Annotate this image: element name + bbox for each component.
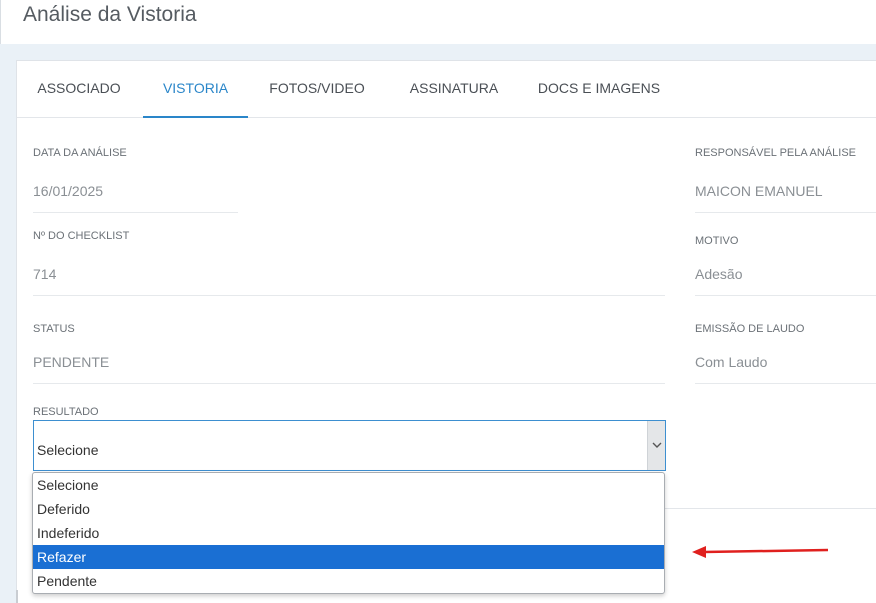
tab-docs-e-imagens[interactable]: DOCS E IMAGENS — [527, 61, 671, 118]
checklist-label: Nº DO CHECKLIST — [33, 230, 130, 242]
status-divider — [33, 383, 665, 384]
responsavel-label: RESPONSÁVEL PELA ANÁLISE — [695, 147, 857, 159]
resultado-select[interactable]: Selecione — [33, 420, 666, 471]
tab-bar: ASSOCIADO VISTORIA FOTOS/VIDEO ASSINATUR… — [17, 61, 876, 118]
tab-fotos-video[interactable]: FOTOS/VIDEO — [254, 61, 380, 118]
resultado-selected-value: Selecione — [37, 442, 99, 458]
data-analise-value: 16/01/2025 — [33, 183, 104, 199]
emissao-value: Com Laudo — [695, 354, 768, 370]
data-analise-divider — [33, 212, 238, 213]
checklist-divider — [33, 295, 665, 296]
resultado-dropdown-list: Selecione Deferido Indeferido Refazer Pe… — [32, 472, 665, 594]
data-analise-label: DATA DA ANÁLISE — [33, 147, 127, 159]
option-refazer[interactable]: Refazer — [33, 545, 664, 569]
tab-vistoria[interactable]: VISTORIA — [143, 61, 248, 118]
bottom-strip — [16, 590, 18, 603]
motivo-value: Adesão — [695, 266, 743, 282]
option-deferido[interactable]: Deferido — [33, 497, 664, 521]
option-pendente[interactable]: Pendente — [33, 569, 664, 593]
resultado-label: RESULTADO — [33, 406, 99, 418]
tab-associado[interactable]: ASSOCIADO — [21, 61, 137, 118]
motivo-divider — [695, 295, 876, 296]
chevron-down-icon[interactable] — [647, 421, 665, 470]
page: Análise da Vistoria ASSOCIADO VISTORIA F… — [0, 0, 876, 603]
checklist-value: 714 — [33, 266, 57, 282]
emissao-divider — [695, 383, 876, 384]
page-title: Análise da Vistoria — [23, 3, 197, 26]
option-indeferido[interactable]: Indeferido — [33, 521, 664, 545]
emissao-label: EMISSÃO DE LAUDO — [695, 323, 805, 335]
option-selecione[interactable]: Selecione — [33, 473, 664, 497]
responsavel-value: MAICON EMANUEL — [695, 183, 823, 199]
status-label: STATUS — [33, 323, 75, 335]
status-value: PENDENTE — [33, 354, 110, 370]
red-arrow-annotation-icon — [692, 546, 829, 558]
page-header: Análise da Vistoria — [0, 0, 876, 44]
card-divider — [665, 508, 876, 509]
motivo-label: MOTIVO — [695, 235, 739, 247]
tab-assinatura[interactable]: ASSINATURA — [391, 61, 517, 118]
responsavel-divider — [695, 212, 876, 213]
